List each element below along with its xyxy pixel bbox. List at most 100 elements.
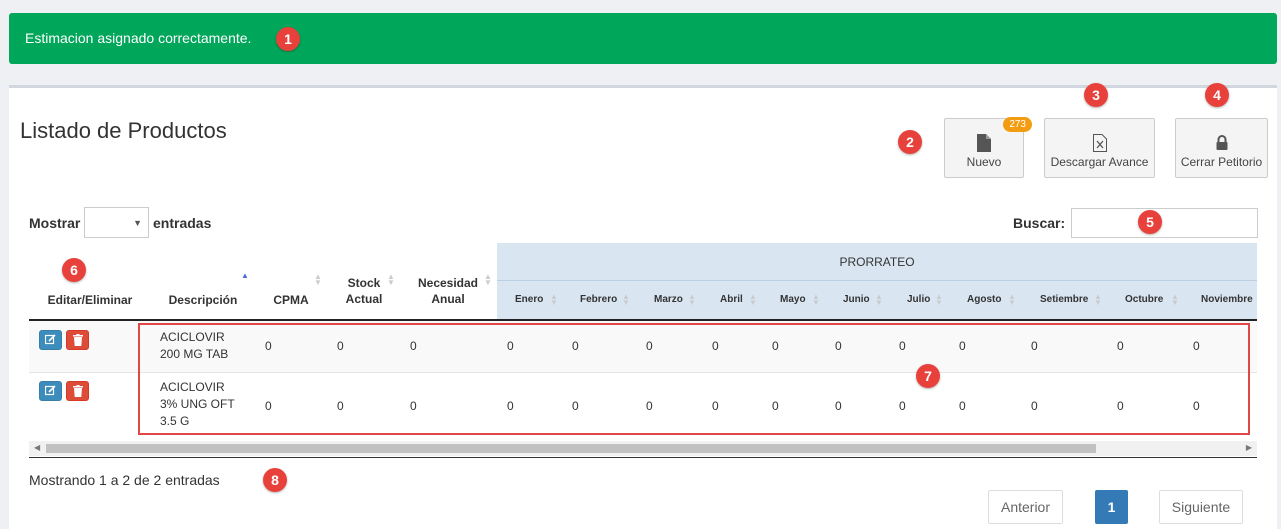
col-header-abril[interactable]: Abril [720, 294, 743, 305]
edit-button[interactable] [39, 381, 62, 401]
col-header-setiembre[interactable]: Setiembre [1040, 294, 1088, 305]
new-button-label: Nuevo [966, 155, 1002, 169]
col-header-febrero[interactable]: Febrero [580, 294, 617, 305]
col-header-stock[interactable]: Stock Actual [340, 275, 388, 307]
annotation-marker-4: 4 [1205, 83, 1229, 107]
product-description: ACICLOVIR 200 MG TAB [160, 329, 228, 363]
col-header-annual-need[interactable]: Necesidad Anual [412, 275, 484, 307]
description-line: 200 MG TAB [160, 347, 229, 361]
col-header-description[interactable]: Descripción [160, 292, 246, 308]
cpma-value: 0 [265, 339, 272, 353]
month-value: 0 [899, 339, 906, 353]
table-info: Mostrando 1 a 2 de 2 entradas [29, 472, 220, 488]
month-value: 0 [1117, 339, 1124, 353]
trash-icon [72, 334, 83, 346]
sort-icon: ▲ ▼ [875, 292, 883, 307]
scroll-left-icon[interactable]: ◀ [34, 443, 40, 452]
sort-icon: ▲ ▼ [1171, 292, 1179, 307]
month-value: 0 [959, 339, 966, 353]
previous-page-button[interactable]: Anterior [988, 490, 1063, 524]
month-value: 0 [899, 399, 906, 413]
col-header-junio[interactable]: Junio [843, 294, 870, 305]
edit-button[interactable] [39, 330, 62, 350]
month-value: 0 [1031, 339, 1038, 353]
col-header-agosto[interactable]: Agosto [967, 294, 1001, 305]
edit-icon [44, 334, 56, 345]
prorrateo-divider [497, 280, 1257, 281]
sort-icon: ▲ ▼ [314, 272, 322, 287]
alert-message: Estimacion asignado correctamente. [25, 30, 252, 46]
month-value: 0 [835, 399, 842, 413]
sort-icon: ▲ ▼ [812, 292, 820, 307]
col-header-julio[interactable]: Julio [907, 294, 930, 305]
search-input[interactable] [1071, 208, 1258, 238]
col-header-noviembre[interactable]: Noviembre [1201, 294, 1253, 305]
product-description: ACICLOVIR 3% UNG OFT 3.5 G [160, 379, 235, 430]
description-line: 3.5 G [160, 414, 190, 428]
next-page-button[interactable]: Siguiente [1159, 490, 1243, 524]
annotation-marker-3: 3 [1084, 83, 1108, 107]
sort-icon: ▲ ▼ [1008, 292, 1016, 307]
entries-length-select[interactable]: ▼ [84, 207, 149, 238]
col-header-marzo[interactable]: Marzo [654, 294, 683, 305]
success-alert: Estimacion asignado correctamente. [9, 13, 1277, 64]
trash-icon [72, 385, 83, 397]
sort-icon: ▲ ▼ [622, 292, 630, 307]
month-value: 0 [572, 399, 579, 413]
stock-value: 0 [337, 399, 344, 413]
sort-icon: ▲ ▼ [484, 272, 492, 287]
sort-asc-icon: ▲ [241, 271, 249, 280]
search-label: Buscar: [1013, 215, 1066, 231]
close-request-button[interactable]: Cerrar Petitorio [1175, 118, 1268, 178]
month-value: 0 [772, 399, 779, 413]
month-value: 0 [835, 339, 842, 353]
sort-icon: ▲ ▼ [935, 292, 943, 307]
horizontal-scrollbar[interactable]: ◀ ▶ [29, 441, 1257, 456]
annotation-marker-7: 7 [916, 364, 940, 388]
scroll-right-icon[interactable]: ▶ [1246, 443, 1252, 452]
description-line: ACICLOVIR [160, 330, 225, 344]
new-button[interactable]: 273 Nuevo [944, 117, 1032, 178]
month-value: 0 [507, 399, 514, 413]
col-header-prorrateo: PRORRATEO [839, 255, 915, 269]
annual-need-value: 0 [410, 339, 417, 353]
annual-need-value: 0 [410, 399, 417, 413]
col-header-cpma[interactable]: CPMA [266, 292, 316, 308]
lock-icon [1216, 135, 1227, 150]
entries-label: entradas [153, 215, 212, 231]
col-header-octubre[interactable]: Octubre [1125, 294, 1163, 305]
table-row: ACICLOVIR 200 MG TAB 0 0 0 0 0 0 0 0 0 0… [29, 321, 1257, 372]
annotation-marker-6: 6 [62, 258, 86, 282]
month-value: 0 [1193, 399, 1200, 413]
month-value: 0 [646, 339, 653, 353]
delete-button[interactable] [66, 381, 89, 401]
month-value: 0 [959, 399, 966, 413]
month-value: 0 [1193, 339, 1200, 353]
col-header-enero[interactable]: Enero [515, 294, 543, 305]
col-header-mayo[interactable]: Mayo [780, 294, 806, 305]
cpma-value: 0 [265, 399, 272, 413]
stock-value: 0 [337, 339, 344, 353]
download-progress-button[interactable]: Descargar Avance [1044, 118, 1155, 178]
sort-icon: ▲ ▼ [550, 292, 558, 307]
new-count-badge: 273 [1003, 117, 1032, 132]
month-value: 0 [507, 339, 514, 353]
annotation-marker-1: 1 [276, 27, 300, 51]
month-value: 0 [1031, 399, 1038, 413]
scrollbar-thumb[interactable] [46, 444, 1096, 453]
sort-icon: ▲ ▼ [387, 272, 395, 287]
page-title: Listado de Productos [20, 118, 227, 143]
page-1-button[interactable]: 1 [1095, 490, 1128, 524]
close-request-label: Cerrar Petitorio [1180, 155, 1263, 169]
month-value: 0 [646, 399, 653, 413]
download-progress-label: Descargar Avance [1050, 155, 1149, 169]
description-line: 3% UNG OFT [160, 397, 235, 411]
col-header-edit-delete: Editar/Eliminar [47, 293, 133, 307]
month-value: 0 [772, 339, 779, 353]
file-icon [977, 134, 991, 152]
table-footer-border [29, 457, 1257, 458]
delete-button[interactable] [66, 330, 89, 350]
month-value: 0 [712, 399, 719, 413]
annotation-marker-5: 5 [1138, 210, 1162, 234]
month-value: 0 [712, 339, 719, 353]
